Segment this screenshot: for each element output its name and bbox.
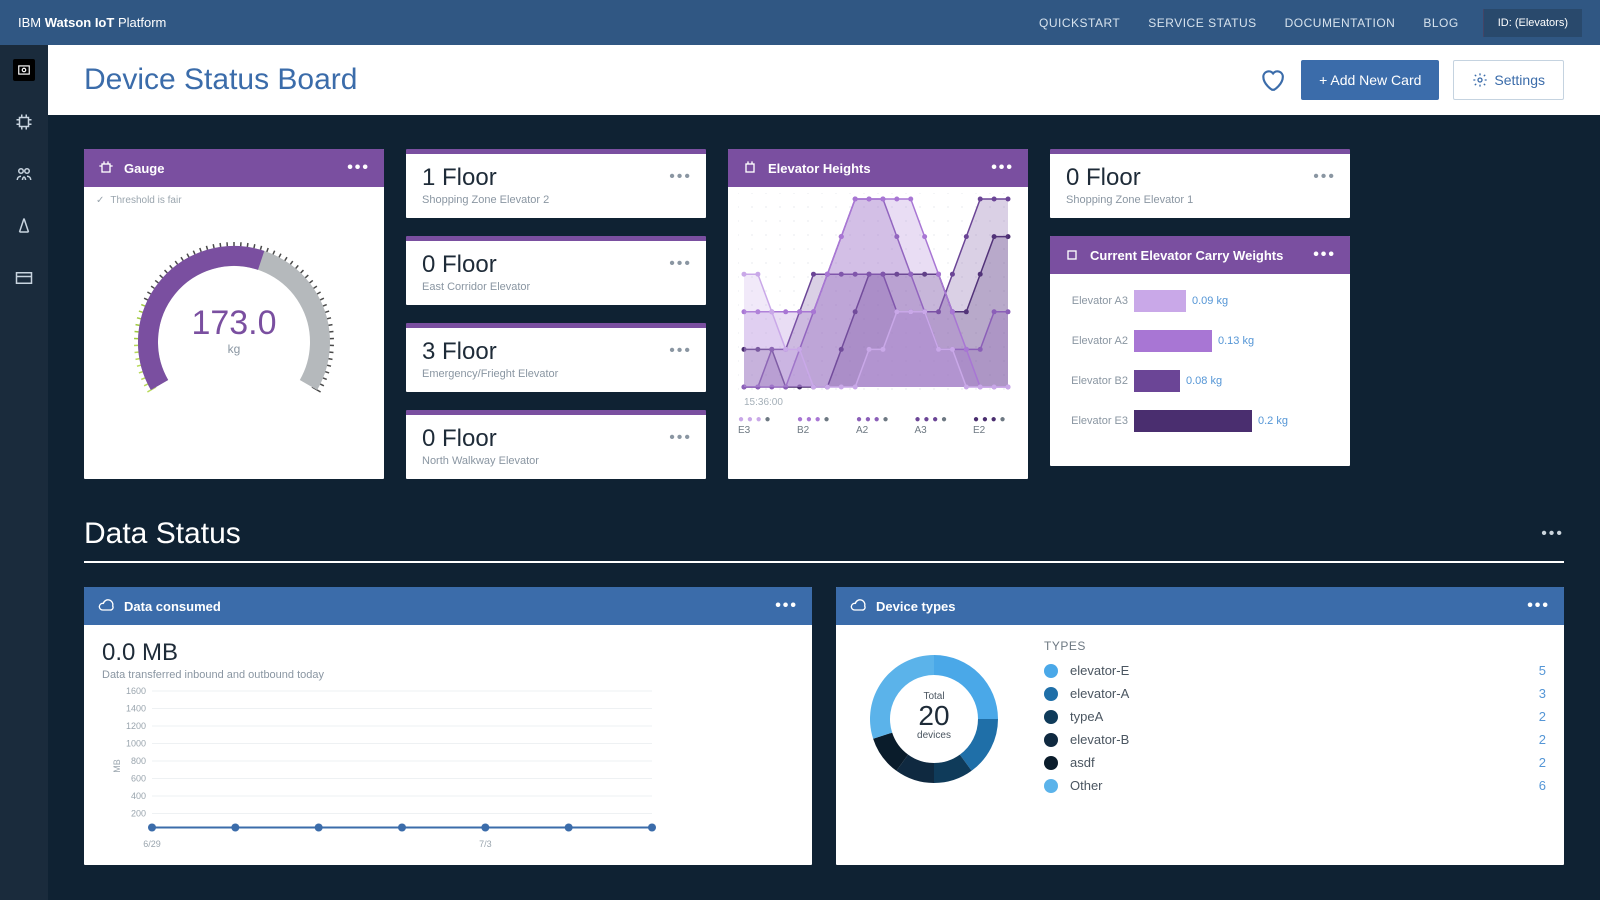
cloud-icon	[98, 598, 114, 614]
org-id[interactable]: ID: (Elevators)	[1483, 9, 1582, 37]
floor-card: 0 FloorNorth Walkway Elevator•••	[406, 410, 706, 479]
card-menu-icon[interactable]: •••	[669, 168, 692, 186]
svg-text:1200: 1200	[126, 721, 146, 731]
type-row: Other6	[1044, 778, 1546, 793]
data-consumed-chart: 1600 1400 1200 1000 800 600 400 200 MB 6/29 7/3	[102, 681, 662, 851]
svg-text:1000: 1000	[126, 739, 146, 749]
svg-text:600: 600	[131, 774, 146, 784]
chip-icon	[1064, 247, 1080, 263]
top-bar: IBM Watson IoT Platform QUICKSTART SERVI…	[0, 0, 1600, 45]
svg-text:200: 200	[131, 809, 146, 819]
type-row: elevator-A3	[1044, 686, 1546, 701]
floor-card: 3 FloorEmergency/Frieght Elevator•••	[406, 323, 706, 392]
rail-members-icon[interactable]	[13, 163, 35, 185]
type-row: elevator-E5	[1044, 663, 1546, 678]
type-row: typeA2	[1044, 709, 1546, 724]
type-row: elevator-B2	[1044, 732, 1546, 747]
weight-bar-row: Elevator B20.08 kg	[1064, 370, 1336, 392]
brand: IBM Watson IoT Platform	[18, 15, 166, 30]
svg-text:6/29: 6/29	[143, 839, 161, 849]
favorite-icon[interactable]	[1259, 67, 1285, 93]
rail-compass-icon[interactable]	[13, 215, 35, 237]
elevator-heights-chart	[738, 193, 1014, 393]
svg-text:7/3: 7/3	[479, 839, 492, 849]
weight-bar-row: Elevator A30.09 kg	[1064, 290, 1336, 312]
card-menu-icon[interactable]: •••	[1313, 168, 1336, 186]
nav-documentation[interactable]: DOCUMENTATION	[1285, 16, 1396, 30]
nav-blog[interactable]: BLOG	[1423, 16, 1458, 30]
card-menu-icon[interactable]: •••	[669, 255, 692, 273]
rail-card-icon[interactable]	[13, 267, 35, 289]
types-heading: TYPES	[1044, 639, 1546, 653]
gear-icon	[1472, 72, 1488, 88]
nav-quickstart[interactable]: QUICKSTART	[1039, 16, 1120, 30]
section-header: Data Status •••	[48, 517, 1600, 551]
gauge-chart: 173.0 kg	[104, 212, 364, 442]
svg-text:1400: 1400	[126, 704, 146, 714]
floor-card: 1 FloorShopping Zone Elevator 2•••	[406, 149, 706, 218]
rail-dashboard-icon[interactable]	[13, 59, 35, 81]
rail-chip-icon[interactable]	[13, 111, 35, 133]
card-menu-icon[interactable]: •••	[347, 159, 370, 177]
cloud-icon	[850, 598, 866, 614]
card-menu-icon[interactable]: •••	[1313, 246, 1336, 264]
carry-weights-chart: Elevator A30.09 kg Elevator A20.13 kg Elev…	[1050, 274, 1350, 466]
svg-text:800: 800	[131, 756, 146, 766]
floor-card: 0 Floor Shopping Zone Elevator 1 •••	[1050, 149, 1350, 218]
carry-weights-card: Current Elevator Carry Weights••• Elevat…	[1050, 236, 1350, 466]
card-menu-icon[interactable]: •••	[991, 159, 1014, 177]
floor-card: 0 FloorEast Corridor Elevator•••	[406, 236, 706, 305]
floor-stack: 1 FloorShopping Zone Elevator 2••• 0 Floo…	[406, 149, 706, 479]
svg-text:1600: 1600	[126, 686, 146, 696]
gauge-status: Threshold is fair	[96, 195, 372, 206]
device-types-donut: Total20devices	[854, 639, 1014, 799]
section-menu-icon[interactable]: •••	[1541, 525, 1564, 543]
chip-icon	[742, 160, 758, 176]
card-menu-icon[interactable]: •••	[669, 342, 692, 360]
card-menu-icon[interactable]: •••	[669, 429, 692, 447]
card-menu-icon[interactable]: •••	[775, 597, 798, 615]
page-title: Device Status Board	[84, 63, 357, 97]
data-consumed-card: Data consumed••• 0.0 MB Data transferred…	[84, 587, 812, 865]
elevator-heights-card: Elevator Heights••• 15:36:00 ● E3● B2● A…	[728, 149, 1028, 479]
top-nav: QUICKSTART SERVICE STATUS DOCUMENTATION …	[1039, 16, 1459, 30]
weight-bar-row: Elevator E30.2 kg	[1064, 410, 1336, 432]
add-card-button[interactable]: + Add New Card	[1301, 60, 1439, 100]
settings-button[interactable]: Settings	[1453, 60, 1564, 100]
chip-icon	[98, 160, 114, 176]
left-rail	[0, 45, 48, 900]
svg-text:MB: MB	[112, 759, 122, 773]
gauge-card: Gauge••• Threshold is fair 173.0 kg	[84, 149, 384, 479]
chart-legend: ● E3● B2● A2● A3● E2	[738, 414, 1018, 436]
page-header: Device Status Board + Add New Card Setti…	[48, 45, 1600, 115]
svg-text:400: 400	[131, 791, 146, 801]
chart-timestamp: 15:36:00	[744, 397, 1018, 408]
nav-service-status[interactable]: SERVICE STATUS	[1148, 16, 1256, 30]
weight-bar-row: Elevator A20.13 kg	[1064, 330, 1336, 352]
type-row: asdf2	[1044, 755, 1546, 770]
device-types-card: Device types••• Total20devices TYPES ele…	[836, 587, 1564, 865]
card-menu-icon[interactable]: •••	[1527, 597, 1550, 615]
